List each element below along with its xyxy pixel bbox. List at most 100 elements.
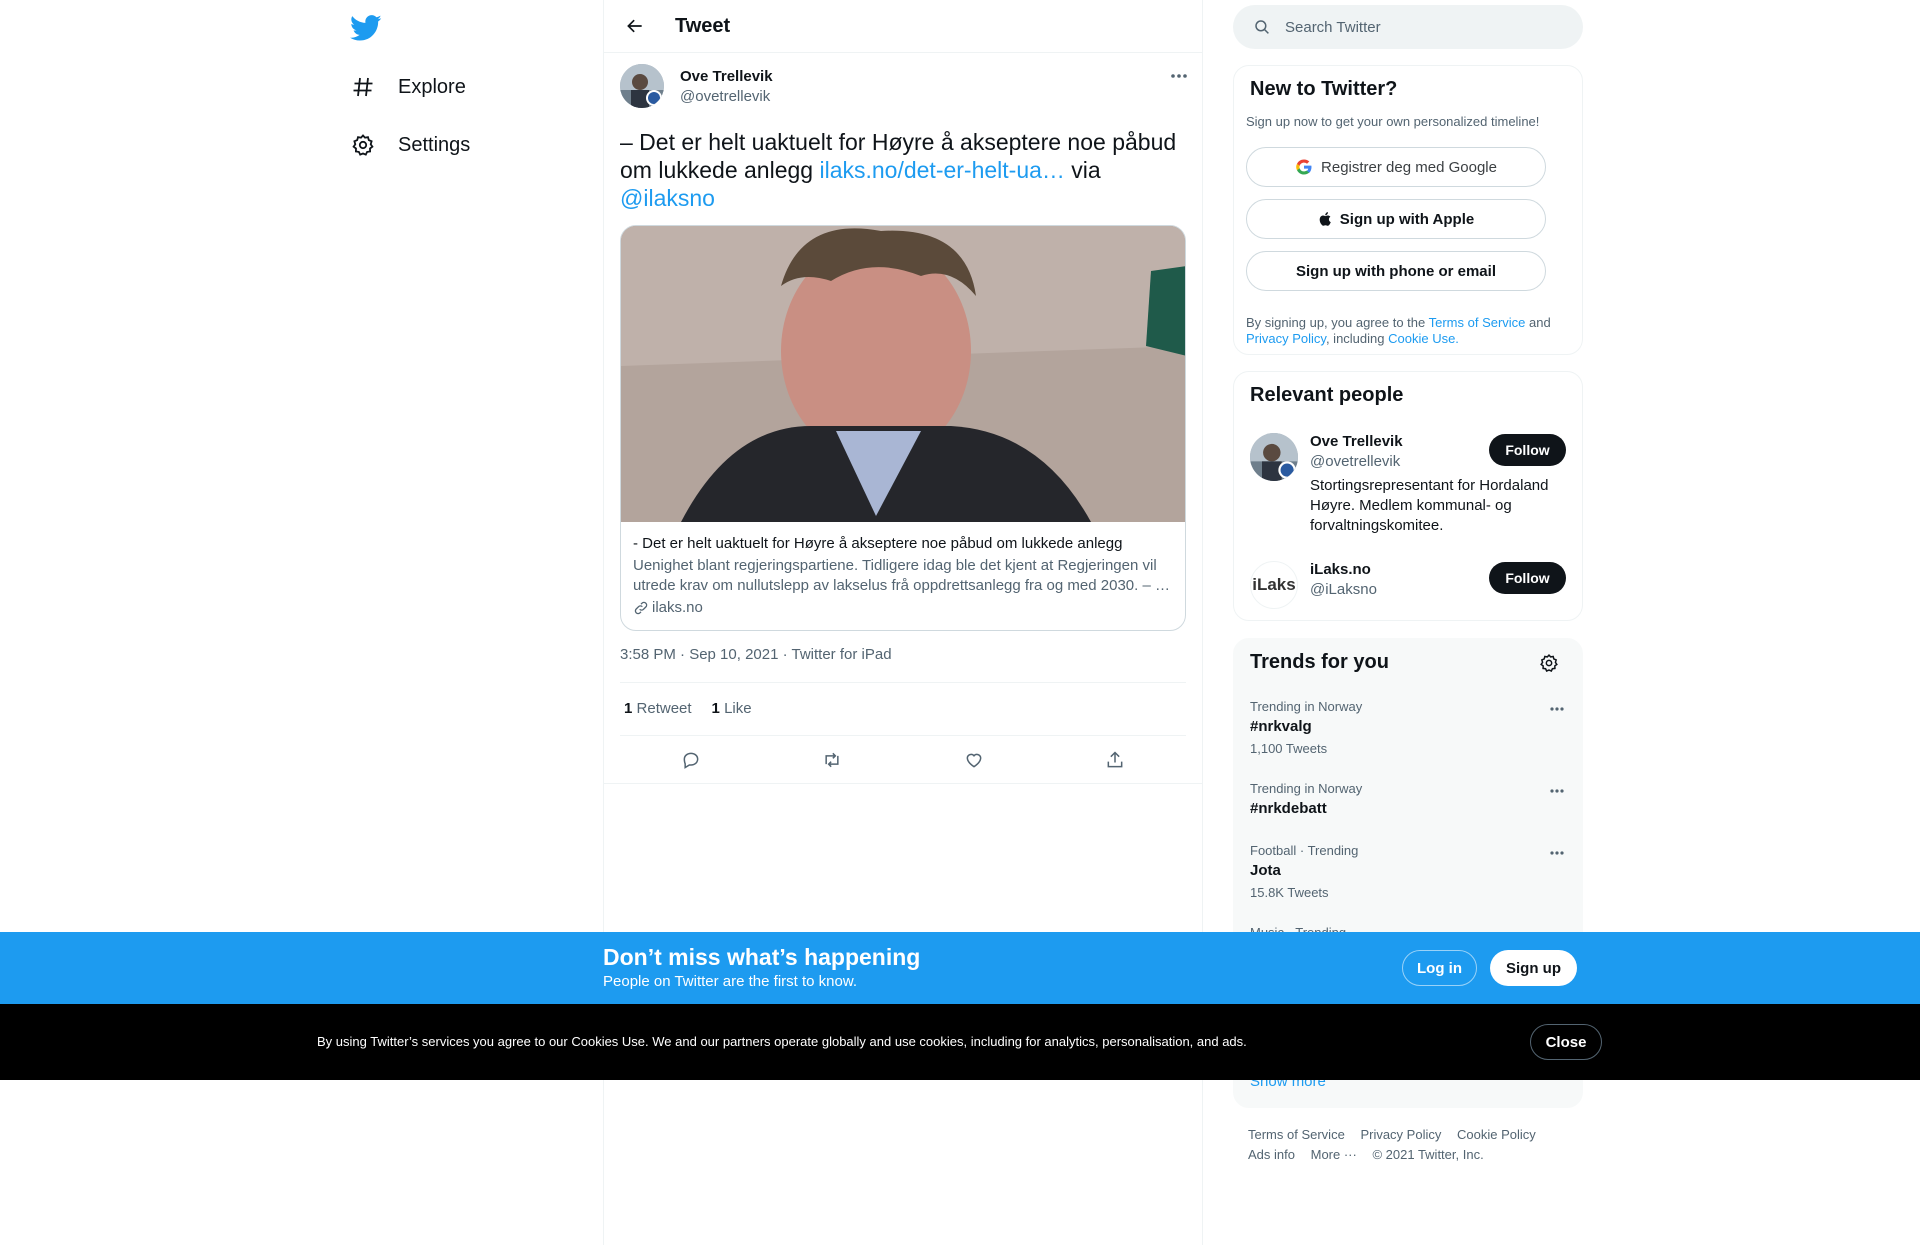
- author-name[interactable]: Ove Trellevik: [680, 68, 773, 85]
- footer-copyright: © 2021 Twitter, Inc.: [1372, 1147, 1484, 1162]
- retweet-button[interactable]: [814, 742, 850, 778]
- person-handle[interactable]: @ovetrellevik: [1310, 453, 1400, 470]
- likes-label: Like: [724, 700, 752, 717]
- trend-more-button[interactable]: [1544, 843, 1570, 863]
- twitter-logo-icon[interactable]: [350, 12, 382, 44]
- retweets-stat[interactable]: 1 Retweet: [624, 700, 692, 717]
- trend-name: #nrkvalg: [1250, 718, 1312, 735]
- divider: [604, 783, 1202, 784]
- gear-icon: [1540, 653, 1558, 672]
- person-avatar[interactable]: iLaks: [1250, 561, 1298, 609]
- prompt-subtitle: People on Twitter are the first to know.: [603, 973, 858, 990]
- footer-ads-link[interactable]: Ads info: [1248, 1147, 1295, 1162]
- likes-stat[interactable]: 1 Like: [712, 700, 752, 717]
- terms-link[interactable]: Terms of Service: [1429, 315, 1526, 330]
- reply-icon: [683, 752, 699, 769]
- author-avatar[interactable]: [620, 64, 664, 108]
- apple-signup-label: Sign up with Apple: [1339, 210, 1475, 228]
- trends-title: Trends for you: [1250, 651, 1389, 673]
- search-box[interactable]: [1233, 5, 1583, 49]
- trend-item[interactable]: Football · Trending Jota 15.8K Tweets: [1250, 843, 1570, 900]
- more-dots-icon: [1550, 707, 1564, 711]
- trend-context: Trending in Norway: [1250, 781, 1363, 796]
- footer-more-link[interactable]: More ···: [1311, 1147, 1357, 1162]
- legal-and: and: [1525, 315, 1551, 330]
- relevant-people-title: Relevant people: [1250, 384, 1404, 406]
- apple-icon: [1319, 212, 1331, 226]
- more-options-button[interactable]: [1164, 66, 1194, 86]
- person-avatar[interactable]: [1250, 433, 1298, 481]
- footer-privacy-link[interactable]: Privacy Policy: [1360, 1127, 1441, 1142]
- likes-count: 1: [711, 700, 720, 717]
- trend-name: Jota: [1250, 862, 1281, 879]
- signup-prompt-bar: [0, 932, 1920, 1004]
- trend-item[interactable]: Trending in Norway #nrkvalg 1,100 Tweets: [1250, 699, 1570, 756]
- arrow-left-icon: [627, 19, 642, 33]
- follow-button[interactable]: Follow: [1489, 562, 1566, 594]
- back-button[interactable]: [618, 9, 652, 43]
- nav-item-settings[interactable]: Settings: [350, 117, 470, 173]
- privacy-link[interactable]: Privacy Policy: [1246, 331, 1326, 346]
- apple-signup-button[interactable]: Sign up with Apple: [1246, 199, 1546, 239]
- footer-cookie-link[interactable]: Cookie Policy: [1457, 1127, 1536, 1142]
- trend-more-button[interactable]: [1544, 781, 1570, 801]
- footer-links: Terms of Service Privacy Policy Cookie P…: [1248, 1125, 1548, 1165]
- card-domain-text: ilaks.no: [652, 599, 703, 616]
- footer-terms-link[interactable]: Terms of Service: [1248, 1127, 1345, 1142]
- trend-name: #nrkdebatt: [1250, 800, 1327, 817]
- trend-item[interactable]: Trending in Norway #nrkdebatt: [1250, 781, 1570, 817]
- new-to-twitter-title: New to Twitter?: [1250, 78, 1398, 100]
- tweet-stats: 1 Retweet 1 Like: [624, 700, 752, 717]
- search-icon: [1255, 20, 1269, 34]
- tweet-meta[interactable]: 3:58 PM · Sep 10, 2021 · Twitter for iPa…: [620, 646, 892, 663]
- relevant-people-panel: Relevant people Ove Trellevik @ovetrelle…: [1233, 371, 1583, 621]
- legal-including: , including: [1325, 331, 1389, 346]
- card-description: Uenighet blant regjeringspartiene. Tidli…: [633, 557, 1170, 594]
- email-signup-button[interactable]: Sign up with phone or email: [1246, 251, 1546, 291]
- trend-count: 1,100 Tweets: [1250, 741, 1328, 756]
- reply-button[interactable]: [673, 742, 709, 778]
- cookie-link[interactable]: Cookie Use.: [1388, 331, 1459, 346]
- retweets-label: Retweet: [636, 700, 692, 717]
- tweet-mention[interactable]: @ilaksno: [620, 185, 715, 211]
- card-image: [621, 226, 1185, 522]
- like-button[interactable]: [956, 742, 992, 778]
- nav-label-explore: Explore: [398, 75, 466, 98]
- signup-legal-text: By signing up, you agree to the Terms of…: [1246, 315, 1566, 347]
- google-signup-label: Registrer deg med Google: [1321, 158, 1497, 176]
- link-card[interactable]: - Det er helt uaktuelt for Høyre å aksep…: [620, 225, 1186, 631]
- google-signup-button[interactable]: Registrer deg med Google: [1246, 147, 1546, 187]
- legal-pre: By signing up, you agree to the: [1246, 315, 1429, 330]
- follow-button[interactable]: Follow: [1489, 434, 1566, 466]
- signup-button[interactable]: Sign up: [1490, 950, 1577, 986]
- signup-subtitle: Sign up now to get your own personalized…: [1246, 114, 1540, 129]
- author-handle[interactable]: @ovetrellevik: [680, 88, 770, 105]
- person-handle[interactable]: @iLaksno: [1310, 581, 1377, 598]
- tweet-link[interactable]: ilaks.no/det-er-helt-ua…: [819, 157, 1064, 183]
- trend-count: 15.8K Tweets: [1250, 885, 1329, 900]
- prompt-title: Don’t miss what’s happening: [603, 944, 921, 970]
- card-title: - Det er helt uaktuelt for Høyre å aksep…: [633, 535, 1123, 552]
- search-input[interactable]: [1285, 18, 1545, 36]
- more-dots-icon: [1171, 74, 1187, 78]
- cookie-close-button[interactable]: Close: [1530, 1024, 1602, 1060]
- trend-more-button[interactable]: [1544, 699, 1570, 719]
- trends-settings-button[interactable]: [1539, 653, 1561, 675]
- page-title: Tweet: [675, 14, 731, 37]
- person-bio: Stortingsrepresentant for Hordaland Høyr…: [1310, 477, 1549, 534]
- hashtag-icon: [350, 74, 376, 100]
- nav-label-settings: Settings: [398, 133, 471, 156]
- divider: [620, 735, 1186, 736]
- card-body: - Det er helt uaktuelt for Høyre å aksep…: [633, 534, 1173, 618]
- link-icon: [634, 601, 648, 615]
- person-name[interactable]: iLaks.no: [1310, 561, 1371, 578]
- retweets-count: 1: [624, 700, 633, 717]
- more-dots-icon: [1550, 851, 1564, 855]
- retweet-icon: [825, 752, 839, 768]
- tweet-text: – Det er helt uaktuelt for Høyre å aksep…: [620, 128, 1190, 212]
- login-button[interactable]: Log in: [1402, 950, 1477, 986]
- share-button[interactable]: [1097, 742, 1133, 778]
- google-icon: [1296, 159, 1312, 175]
- nav-item-explore[interactable]: Explore: [350, 59, 466, 115]
- person-name[interactable]: Ove Trellevik: [1310, 433, 1403, 450]
